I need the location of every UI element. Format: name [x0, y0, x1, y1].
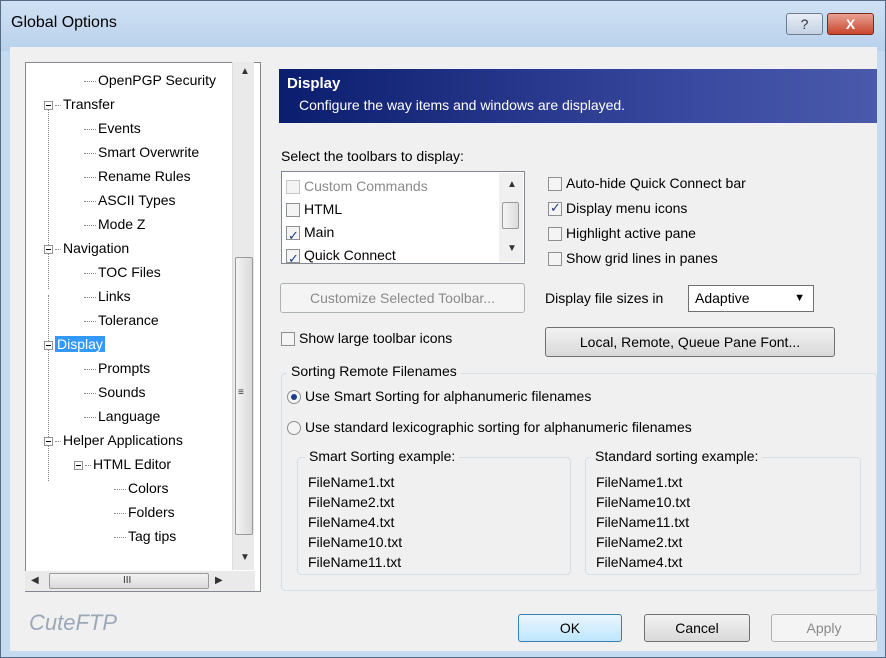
toolbar-item-main[interactable]: Main	[286, 221, 334, 247]
list-item: FileName2.txt	[596, 534, 683, 550]
toolbars-listbox[interactable]: Custom Commands HTML Main Quick Connect	[281, 171, 525, 264]
tree-item-prompts[interactable]: Prompts	[84, 357, 150, 379]
tree-item-transfer[interactable]: Transfer	[44, 93, 115, 115]
tree-item-mode-z[interactable]: Mode Z	[84, 213, 145, 235]
standard-sorting-option[interactable]: Use standard lexicographic sorting for a…	[287, 419, 692, 436]
toolbars-scrollbar[interactable]: ▲ ▼	[499, 173, 523, 262]
list-item: FileName11.txt	[596, 514, 690, 530]
smart-example-list: FileName1.txt FileName2.txt FileName4.tx…	[308, 472, 402, 572]
file-sizes-value: Adaptive	[695, 290, 750, 306]
checkbox-icon[interactable]	[548, 177, 562, 192]
options-tree[interactable]: OpenPGP Security Transfer Events Smart O…	[25, 62, 261, 592]
customize-toolbar-button[interactable]: Customize Selected Toolbar...	[280, 283, 525, 313]
smart-sorting-option[interactable]: Use Smart Sorting for alphanumeric filen…	[287, 388, 591, 405]
toolbars-scroll-thumb[interactable]	[502, 202, 519, 229]
grip-icon: III	[123, 575, 132, 586]
help-button[interactable]: ?	[786, 13, 823, 35]
radio-icon[interactable]	[287, 421, 301, 436]
collapse-icon[interactable]	[44, 100, 53, 110]
scroll-right-icon[interactable]: ▶	[215, 575, 223, 586]
smart-example-title: Smart Sorting example:	[305, 448, 460, 464]
ok-button[interactable]: OK	[518, 614, 622, 642]
tree-guide-line	[48, 295, 49, 481]
tree-vertical-scrollbar[interactable]: ▲ ≡ ▼	[232, 62, 254, 570]
collapse-icon[interactable]	[44, 436, 53, 446]
list-item: FileName10.txt	[596, 494, 691, 510]
radio-selected-icon[interactable]	[287, 390, 301, 405]
highlight-active-pane-option[interactable]: Highlight active pane	[548, 225, 696, 242]
cancel-button[interactable]: Cancel	[644, 614, 750, 642]
scroll-down-icon[interactable]: ▼	[240, 552, 250, 563]
tree-item-ascii-types[interactable]: ASCII Types	[84, 189, 176, 211]
tree-item-colors[interactable]: Colors	[114, 477, 168, 499]
checkbox-icon[interactable]	[548, 227, 562, 242]
sorting-group-title: Sorting Remote Filenames	[287, 363, 461, 379]
tree-item-language[interactable]: Language	[84, 405, 160, 427]
list-item: FileName1.txt	[308, 474, 395, 490]
tree-item-rename-rules[interactable]: Rename Rules	[84, 165, 191, 187]
display-menu-icons-option[interactable]: Display menu icons	[548, 200, 687, 217]
checkbox-icon[interactable]	[286, 180, 300, 195]
scroll-up-icon[interactable]: ▲	[507, 179, 517, 190]
tree-item-display[interactable]: Display	[44, 333, 105, 355]
tree-item-navigation[interactable]: Navigation	[44, 237, 129, 259]
checkbox-icon[interactable]	[548, 252, 562, 267]
pane-font-button[interactable]: Local, Remote, Queue Pane Font...	[545, 327, 835, 357]
tree-item-sounds[interactable]: Sounds	[84, 381, 145, 403]
checkbox-checked-icon[interactable]	[286, 247, 300, 263]
checkbox-icon[interactable]	[286, 203, 300, 218]
list-item: FileName4.txt	[596, 554, 683, 570]
apply-button[interactable]: Apply	[771, 614, 877, 642]
checkbox-checked-icon[interactable]	[548, 200, 562, 217]
tree-item-smart-overwrite[interactable]: Smart Overwrite	[84, 141, 199, 163]
tree-item-folders[interactable]: Folders	[114, 501, 175, 523]
page-header-banner: Display Configure the way items and wind…	[279, 69, 877, 123]
scroll-left-icon[interactable]: ◀	[31, 575, 39, 586]
close-button[interactable]: X	[827, 13, 874, 35]
file-sizes-label: Display file sizes in	[545, 290, 664, 306]
collapse-icon[interactable]	[44, 244, 53, 254]
collapse-icon[interactable]	[74, 460, 83, 470]
show-grid-lines-option[interactable]: Show grid lines in panes	[548, 250, 718, 267]
tree-item-links[interactable]: Links	[84, 285, 131, 307]
standard-example-list: FileName1.txt FileName10.txt FileName11.…	[596, 472, 690, 572]
scroll-down-icon[interactable]: ▼	[507, 243, 517, 254]
list-item: FileName4.txt	[308, 514, 395, 530]
tree-item-helper-applications[interactable]: Helper Applications	[44, 429, 183, 451]
page-title: Display	[287, 75, 341, 92]
toolbar-item-html[interactable]: HTML	[286, 198, 342, 221]
checkbox-checked-icon[interactable]	[286, 224, 300, 247]
title-bar[interactable]: Global Options ? X	[1, 1, 885, 51]
tree-guide-line	[48, 103, 49, 289]
grip-icon: ≡	[238, 387, 244, 398]
tree-item-html-editor[interactable]: HTML Editor	[74, 453, 171, 475]
file-sizes-select[interactable]: Adaptive ▼	[688, 285, 814, 312]
tree-item-tolerance[interactable]: Tolerance	[84, 309, 159, 331]
standard-example-title: Standard sorting example:	[591, 448, 763, 464]
toolbar-item-custom-commands[interactable]: Custom Commands	[286, 175, 428, 198]
chevron-down-icon[interactable]: ▼	[794, 286, 805, 311]
tree-item-tag-tips[interactable]: Tag tips	[114, 525, 176, 547]
collapse-icon[interactable]	[44, 340, 53, 350]
tree-item-openpgp-security[interactable]: OpenPGP Security	[84, 69, 216, 91]
window-title: Global Options	[11, 14, 117, 31]
tree-item-events[interactable]: Events	[84, 117, 141, 139]
page-description: Configure the way items and windows are …	[299, 97, 626, 113]
scroll-up-icon[interactable]: ▲	[240, 66, 250, 77]
checkbox-icon[interactable]	[281, 332, 295, 347]
list-item: FileName2.txt	[308, 494, 395, 510]
list-item: FileName11.txt	[308, 554, 402, 570]
autohide-quick-connect-option[interactable]: Auto-hide Quick Connect bar	[548, 175, 746, 192]
tree-item-toc-files[interactable]: TOC Files	[84, 261, 161, 283]
large-icons-option[interactable]: Show large toolbar icons	[281, 330, 452, 347]
list-item: FileName1.txt	[596, 474, 683, 490]
cuteftp-logo: CuteFTP	[29, 610, 118, 635]
tree-horizontal-scrollbar[interactable]: ◀ III ▶	[25, 571, 255, 591]
toolbars-label: Select the toolbars to display:	[281, 148, 464, 164]
list-item: FileName10.txt	[308, 534, 403, 550]
global-options-window: Global Options ? X OpenPGP Security Tran…	[0, 0, 886, 658]
toolbar-item-quick-connect[interactable]: Quick Connect	[286, 244, 396, 263]
